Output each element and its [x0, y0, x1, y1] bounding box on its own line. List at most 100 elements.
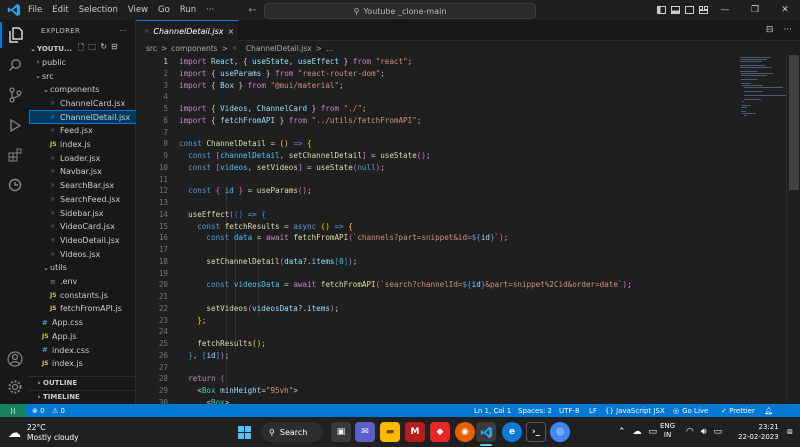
weather-widget[interactable]: ☁ 22°C Mostly cloudy: [8, 423, 79, 443]
menu-selection[interactable]: Selection: [79, 5, 118, 15]
search-sidebar-icon[interactable]: [0, 52, 29, 78]
code-line[interactable]: const data = await fetchFromAPI(`channel…: [179, 233, 508, 242]
clock[interactable]: 23:21 22-02-2023: [738, 422, 779, 442]
code-line[interactable]: import { Box } from "@mui/material";: [179, 81, 344, 90]
new-file-icon[interactable]: 🗋: [78, 42, 84, 56]
code-line[interactable]: import { fetchFromAPI } from "../utils/f…: [179, 116, 421, 125]
code-line[interactable]: <Box minHeight="95vh">: [179, 386, 298, 395]
volume-icon[interactable]: 🔊︎: [701, 427, 707, 437]
code-line[interactable]: setChannelDetail(data?.items[0]);: [179, 257, 357, 266]
timeline-section[interactable]: › TIMELINE: [29, 390, 136, 403]
command-center-search[interactable]: ⚲ Youtube _clone-main: [264, 3, 536, 19]
menu-run[interactable]: Run: [180, 5, 196, 15]
close-window-button[interactable]: ✕: [770, 0, 800, 20]
code-editor[interactable]: 1 import React, { useState, useEffect } f…: [136, 55, 736, 404]
problems-errors[interactable]: ⊗ 0: [32, 404, 45, 417]
maximize-button[interactable]: ❐: [740, 0, 770, 20]
code-line[interactable]: const { id } = useParams();: [179, 186, 312, 195]
input-language[interactable]: ENG IN: [660, 422, 675, 440]
toggle-primary-sidebar-icon[interactable]: [654, 0, 668, 20]
run-debug-icon[interactable]: [0, 112, 29, 138]
firefox-icon[interactable]: ◉: [455, 422, 475, 442]
code-line[interactable]: import React, { useState, useEffect } fr…: [179, 57, 412, 66]
go-live-button[interactable]: ◎ Go Live: [673, 404, 708, 417]
collapse-all-icon[interactable]: ⊟: [111, 42, 118, 56]
folder-item[interactable]: ⌄ components: [29, 83, 149, 97]
menu-file[interactable]: File: [28, 5, 42, 15]
code-line[interactable]: return (: [179, 374, 225, 383]
code-line[interactable]: };: [179, 316, 206, 325]
extensions-icon[interactable]: [0, 142, 29, 168]
wifi-icon[interactable]: ◠: [686, 427, 694, 437]
teams-chat-icon[interactable]: ✉: [355, 422, 375, 442]
tab-channel-detail[interactable]: ⚛ ChannelDetail.jsx ×: [136, 20, 238, 41]
notifications-bell-icon[interactable]: 🔔︎: [764, 404, 773, 417]
explorer-more-icon[interactable]: ···: [119, 27, 127, 35]
code-line[interactable]: fetchResults();: [179, 339, 266, 348]
close-tab-icon[interactable]: ×: [227, 27, 234, 36]
menu-view[interactable]: View: [128, 5, 148, 15]
minimize-button[interactable]: —: [710, 0, 740, 20]
minimap[interactable]: [736, 55, 788, 404]
folder-item[interactable]: › public: [29, 56, 141, 70]
vscode-taskbar-icon[interactable]: [476, 422, 496, 442]
onedrive-cloud-icon[interactable]: ☁: [633, 427, 642, 437]
chrome-icon[interactable]: ◎: [550, 422, 570, 442]
editor-more-icon[interactable]: ···: [783, 25, 792, 35]
back-arrow-icon[interactable]: ←: [248, 5, 256, 16]
file-item[interactable]: JS index.js: [29, 357, 149, 371]
workspace-root[interactable]: ⌄ YOUTU... 🗋 🗀 ↻ ⊟: [29, 42, 136, 56]
remote-indicator-icon[interactable]: ⟩⟨: [0, 404, 26, 417]
refresh-icon[interactable]: ↻: [100, 42, 107, 56]
code-line[interactable]: useEffect(() => {: [179, 210, 266, 219]
menu-more[interactable]: ···: [206, 5, 214, 15]
cursor-position[interactable]: Ln 1, Col 1: [474, 404, 511, 417]
task-view-icon[interactable]: ▣: [331, 422, 351, 442]
accounts-icon[interactable]: [0, 346, 29, 372]
toggle-secondary-sidebar-icon[interactable]: [682, 0, 696, 20]
breadcrumb-src[interactable]: src: [146, 44, 157, 53]
toggle-panel-icon[interactable]: [668, 0, 682, 20]
end-of-line[interactable]: LF: [589, 404, 597, 417]
code-line[interactable]: import { Videos, ChannelCard } from "./"…: [179, 104, 367, 113]
new-folder-icon[interactable]: 🗀: [88, 42, 96, 56]
file-item[interactable]: # App.css: [29, 316, 149, 330]
source-control-icon[interactable]: [0, 82, 29, 108]
scrollbar-thumb[interactable]: [789, 55, 799, 190]
encoding[interactable]: UTF-8: [559, 404, 579, 417]
folder-item[interactable]: ⌄ src: [29, 69, 141, 83]
code-line[interactable]: const ChannelDetail = () => {: [179, 139, 312, 148]
breadcrumb-components[interactable]: components: [171, 44, 217, 53]
edge-icon[interactable]: e: [502, 422, 522, 442]
explorer-icon[interactable]: [0, 22, 29, 48]
problems-warnings[interactable]: ⚠ 0: [52, 404, 65, 417]
code-line[interactable]: const [videos, setVideos] = useState(nul…: [179, 163, 385, 172]
code-line[interactable]: const videosData = await fetchFromAPI(`s…: [179, 280, 631, 289]
language-mode[interactable]: {} JavaScript JSX: [605, 404, 665, 417]
code-line[interactable]: const fetchResults = async () => {: [179, 222, 353, 231]
split-editor-icon[interactable]: ⊟: [766, 25, 774, 35]
code-line[interactable]: import { useParams } from "react-router-…: [179, 69, 385, 78]
breadcrumb-symbol[interactable]: ...: [326, 44, 333, 53]
show-hidden-icons-chevron-icon[interactable]: ⌃: [618, 427, 626, 437]
file-explorer-icon[interactable]: ▬: [380, 422, 400, 442]
editor-scrollbar[interactable]: [786, 55, 800, 404]
taskbar-search[interactable]: ⚲ Search: [261, 422, 323, 442]
mcafee-icon[interactable]: M: [405, 422, 425, 442]
terminal-icon[interactable]: ›_: [526, 422, 546, 442]
file-item[interactable]: # index.css: [29, 343, 149, 357]
notification-center-icon[interactable]: ⧈: [787, 427, 793, 437]
indentation[interactable]: Spaces: 2: [518, 404, 552, 417]
manage-gear-icon[interactable]: [0, 374, 29, 400]
windows-start-icon[interactable]: [234, 422, 254, 442]
menu-go[interactable]: Go: [158, 5, 170, 15]
ms-store-icon[interactable]: ◆: [430, 422, 450, 442]
code-line[interactable]: setVideos(videosData?.items);: [179, 304, 339, 313]
system-icon[interactable]: ▭: [649, 427, 658, 437]
code-line[interactable]: }, [id]);: [179, 351, 229, 360]
code-line[interactable]: const [channelDetail, setChannelDetail] …: [179, 151, 430, 160]
menu-edit[interactable]: Edit: [52, 5, 68, 15]
breadcrumb-file[interactable]: ChannelDetail.jsx: [246, 44, 312, 53]
remote-explorer-icon[interactable]: [0, 172, 29, 198]
prettier-status[interactable]: ✓ Prettier: [721, 404, 755, 417]
